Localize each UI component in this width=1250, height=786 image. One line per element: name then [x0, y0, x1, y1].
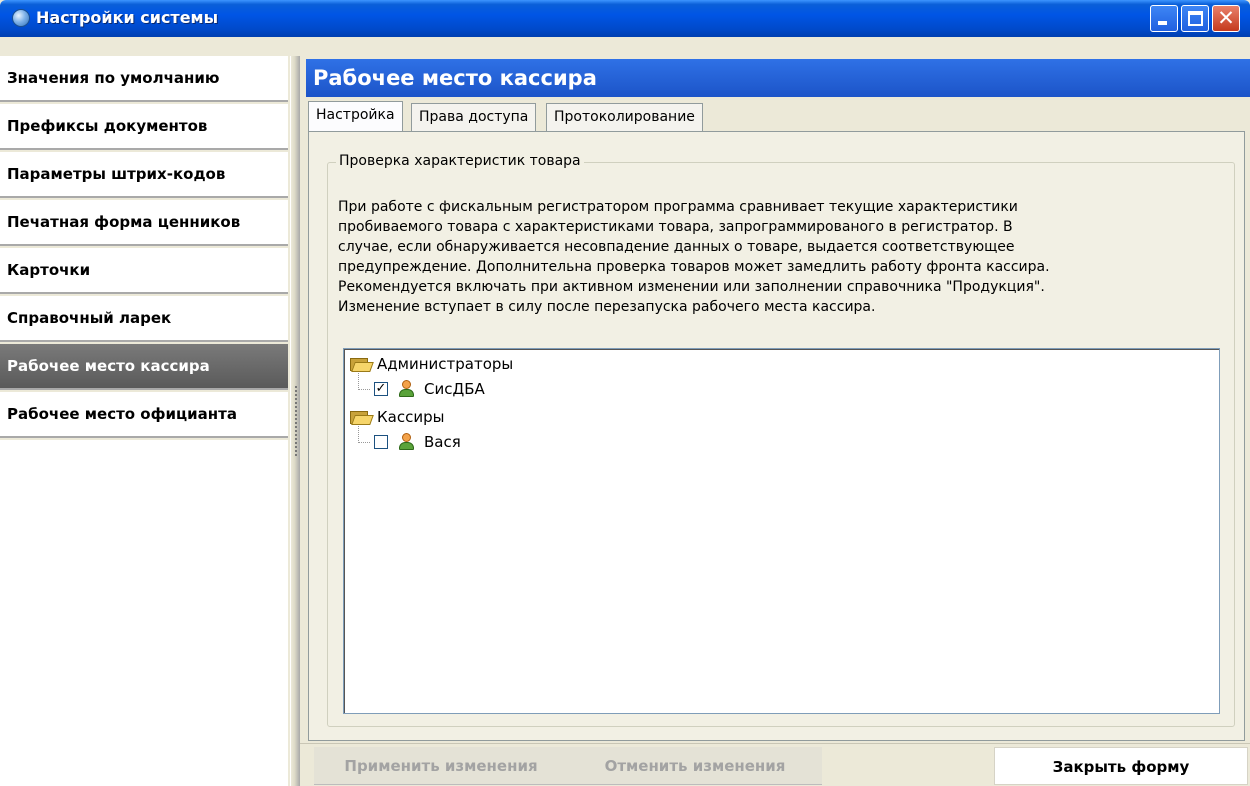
- minimize-button[interactable]: [1150, 5, 1178, 32]
- user-icon: [398, 380, 414, 398]
- sidebar-item-label: Справочный ларек: [7, 309, 172, 327]
- grip-icon: [295, 386, 297, 456]
- footer-bar: Применить изменения Отменить изменения З…: [300, 743, 1250, 786]
- close-icon: ✕: [1217, 6, 1235, 30]
- sidebar-item-label: Параметры штрих-кодов: [7, 165, 226, 183]
- sidebar-item-defaults[interactable]: Значения по умолчанию: [0, 56, 288, 102]
- tree-group-label: Администраторы: [377, 355, 514, 373]
- close-window-button[interactable]: ✕: [1212, 5, 1240, 32]
- tree-user-vasya[interactable]: Вася: [374, 430, 461, 454]
- maximize-icon: [1188, 11, 1203, 26]
- folder-open-icon: [350, 356, 374, 372]
- description-line: случае, если обнаруживается несовпадение…: [338, 239, 1015, 255]
- user-checkbox-vasya[interactable]: [374, 435, 388, 449]
- tab-logging[interactable]: Протоколирование: [546, 103, 703, 131]
- user-icon: [398, 433, 414, 451]
- sidebar-item-label: Значения по умолчанию: [7, 69, 220, 87]
- tree-user-sysdba[interactable]: ✓ СисДБА: [374, 377, 485, 401]
- tree-group-label: Кассиры: [377, 408, 445, 426]
- apply-changes-button[interactable]: Применить изменения: [314, 747, 568, 785]
- sidebar-item-waiter-workplace[interactable]: Рабочее место официанта: [0, 392, 288, 438]
- sidebar-item-cashier-workplace[interactable]: Рабочее место кассира: [0, 344, 288, 390]
- tab-label: Права доступа: [419, 109, 529, 125]
- description-line: При работе с фискальным регистратором пр…: [338, 199, 1018, 215]
- sidebar-item-label: Рабочее место официанта: [7, 405, 237, 423]
- main-panel: Рабочее место кассира Настройка Права до…: [300, 56, 1250, 786]
- tab-settings[interactable]: Настройка: [308, 101, 403, 131]
- globe-icon: [12, 9, 30, 27]
- sidebar-item-cards[interactable]: Карточки: [0, 248, 288, 294]
- sidebar-item-label: Карточки: [7, 261, 91, 279]
- sidebar-empty-area: [0, 440, 288, 786]
- sidebar-item-barcode-params[interactable]: Параметры штрих-кодов: [0, 152, 288, 198]
- tree-user-label: Вася: [424, 433, 461, 451]
- tab-label: Протоколирование: [554, 109, 695, 125]
- sidebar-item-price-tag-form[interactable]: Печатная форма ценников: [0, 200, 288, 246]
- group-title: Проверка характеристик товара: [336, 153, 584, 169]
- tree-group-administrators[interactable]: Администраторы: [350, 352, 513, 376]
- description-line: Изменение вступает в силу после перезапу…: [338, 299, 876, 315]
- description-line: пробиваемого товара с характеристиками т…: [338, 219, 1013, 235]
- sidebar-item-document-prefixes[interactable]: Префиксы документов: [0, 104, 288, 150]
- description-line: Рекомендуется включать при активном изме…: [338, 279, 1045, 295]
- sidebar-item-label: Префиксы документов: [7, 117, 208, 135]
- tree-group-cashiers[interactable]: Кассиры: [350, 405, 444, 429]
- sidebar-item-label: Рабочее место кассира: [7, 357, 210, 375]
- group-product-check: Проверка характеристик товара При работе…: [327, 153, 1235, 727]
- user-tree[interactable]: Администраторы ✓ СисДБА Кассиры Вася: [343, 348, 1220, 714]
- description-line: предупреждение. Дополнительна проверка т…: [338, 259, 1050, 275]
- cancel-changes-button[interactable]: Отменить изменения: [568, 747, 822, 785]
- tree-user-label: СисДБА: [424, 380, 485, 398]
- sidebar-item-info-kiosk[interactable]: Справочный ларек: [0, 296, 288, 342]
- window-title: Настройки системы: [36, 8, 219, 27]
- tab-panel-settings: Проверка характеристик товара При работе…: [308, 131, 1245, 741]
- sidebar: Значения по умолчанию Префиксы документо…: [0, 56, 290, 786]
- sidebar-item-label: Печатная форма ценников: [7, 213, 241, 231]
- close-form-button[interactable]: Закрыть форму: [994, 747, 1248, 785]
- tab-access-rights[interactable]: Права доступа: [411, 103, 537, 131]
- maximize-button[interactable]: [1181, 5, 1209, 32]
- splitter-handle[interactable]: [290, 56, 300, 786]
- tab-label: Настройка: [316, 107, 395, 123]
- title-bar[interactable]: Настройки системы ✕: [0, 0, 1250, 37]
- folder-open-icon: [350, 409, 374, 425]
- description-text: При работе с фискальным регистратором пр…: [338, 197, 1178, 317]
- page-title: Рабочее место кассира: [306, 59, 1250, 97]
- minimize-icon: [1158, 21, 1167, 25]
- user-checkbox-sysdba[interactable]: ✓: [374, 382, 388, 396]
